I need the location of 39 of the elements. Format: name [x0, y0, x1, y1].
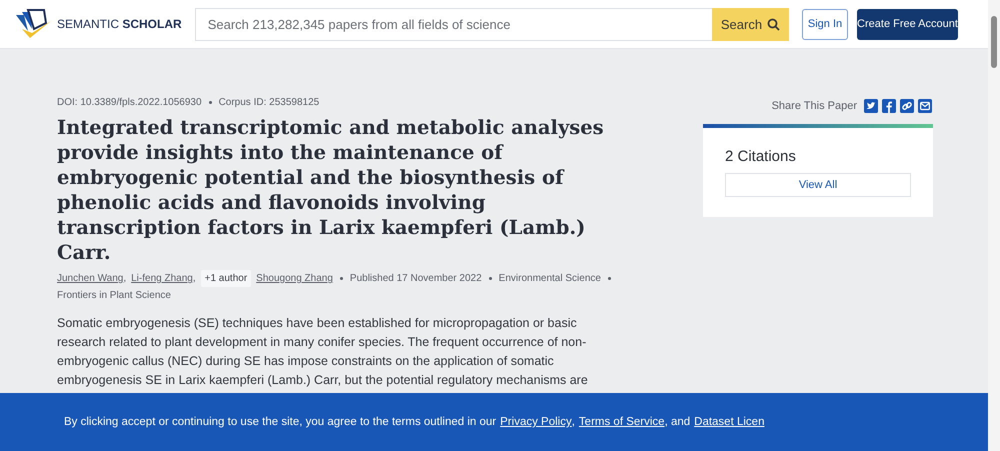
facebook-icon[interactable]	[882, 99, 896, 113]
more-authors-button[interactable]: +1 author	[200, 270, 252, 287]
abstract-text: Somatic embryogenesis (SE) techniques have been established for micropropagation or basic research related to plant development in many conifer species. The frequent occurrence of non-embryogenic callus (NEC) during SE has impose constraints on the application of somatic embryogenesis SE in Larix kaempferi (Lamb.) Carr, but the potential regulatory mechanisms are	[57, 315, 589, 389]
comma-text: ,	[192, 273, 196, 284]
sign-in-button[interactable]: Sign In	[802, 8, 848, 40]
logo-icon	[14, 9, 52, 39]
policy-link[interactable]: Terms of Service	[578, 416, 665, 428]
scrollbar[interactable]	[988, 0, 1000, 451]
corpus-id-text: Corpus ID: 253598125	[218, 97, 320, 108]
create-account-button[interactable]: Create Free Account	[857, 8, 958, 40]
logo-text[interactable]: SEMANTIC SCHOLAR	[57, 17, 182, 31]
venue-text: Frontiers in Plant Science	[57, 290, 172, 301]
separator-text: ,	[572, 416, 575, 428]
twitter-icon[interactable]	[864, 99, 878, 113]
separator-dot	[488, 277, 492, 280]
doi-text: DOI: 10.3389/fpls.2022.1056930	[57, 97, 202, 108]
separator-dot	[208, 101, 212, 104]
author-link[interactable]: Junchen Wang	[57, 273, 124, 284]
search-button[interactable]: Search	[712, 8, 789, 40]
search-field[interactable]: Search 213,282,345 papers from all fields of science	[194, 8, 712, 40]
view-all-button[interactable]: View All	[725, 173, 911, 197]
policy-link[interactable]: Dataset Licen	[694, 416, 764, 428]
share-label: Share This Paper	[772, 100, 857, 112]
separator-text: , and	[664, 416, 690, 428]
link-icon[interactable]	[900, 99, 914, 113]
policy-link[interactable]: Privacy Policy	[500, 416, 572, 428]
separator-dot	[608, 277, 611, 280]
comma-text: ,	[123, 273, 126, 284]
author-link[interactable]: Shougong Zhang	[256, 273, 333, 284]
author-link[interactable]: Li-feng Zhang	[131, 273, 193, 284]
email-icon[interactable]	[918, 99, 932, 113]
published-date: Published 17 November 2022	[350, 273, 482, 284]
field-of-study: Environmental Science	[498, 273, 601, 284]
paper-title: Integrated transcriptomic and metabolic analyses provide insights into the maintenance of embryogenic potential and the biosynthesis of phenolic acids and flavonoids involving transcription factors in Larix kaempferi (Lamb.) Carr.	[57, 115, 605, 265]
scrollbar-thumb[interactable]	[991, 16, 997, 68]
search-icon	[767, 18, 780, 30]
separator-dot	[340, 277, 343, 280]
cookie-text: By clicking accept or continuing to use the site, you agree to the terms outlined in our	[64, 416, 496, 428]
citations-count: 2 Citations	[725, 148, 797, 165]
